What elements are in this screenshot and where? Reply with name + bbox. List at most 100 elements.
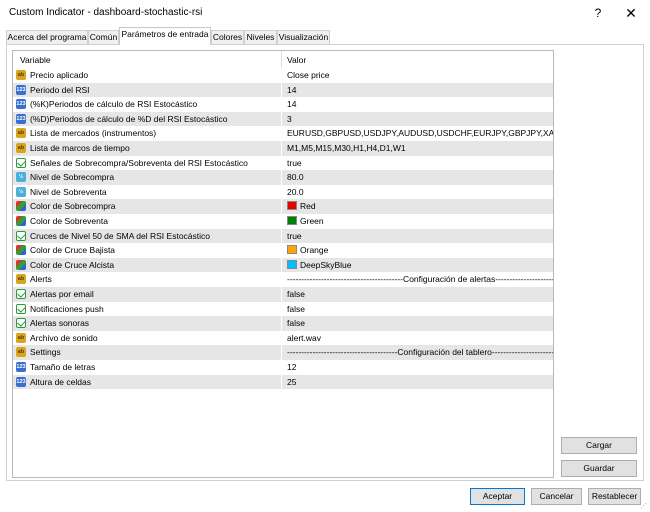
parameter-name: Alertas sonoras bbox=[30, 318, 90, 329]
parameter-row[interactable]: ab Archivo de sonido alert.wav bbox=[13, 330, 553, 346]
parameter-value[interactable]: true bbox=[287, 231, 302, 241]
color-swatch[interactable] bbox=[287, 245, 297, 255]
parameter-value[interactable]: 12 bbox=[287, 362, 296, 372]
color-icon bbox=[16, 259, 26, 270]
parameter-name: Archivo de sonido bbox=[30, 332, 98, 343]
parameter-value[interactable]: 25 bbox=[287, 377, 296, 387]
column-divider bbox=[281, 155, 282, 171]
parameter-row[interactable]: Color de Cruce Bajista Orange bbox=[13, 243, 553, 258]
parameter-row[interactable]: Color de Cruce Alcista DeepSkyBlue bbox=[13, 257, 553, 273]
parameter-value[interactable]: true bbox=[287, 158, 302, 168]
cancel-button[interactable]: Cancelar bbox=[531, 488, 582, 505]
parameter-name: Settings bbox=[30, 347, 61, 358]
parameter-value[interactable]: DeepSkyBlue bbox=[287, 259, 352, 270]
color-swatch[interactable] bbox=[287, 216, 297, 225]
column-divider bbox=[281, 345, 282, 360]
parameter-value[interactable]: EURUSD,GBPUSD,USDJPY,AUDUSD,USDCHF,EURJP… bbox=[287, 128, 553, 138]
bool-icon bbox=[16, 318, 26, 329]
parameters-grid[interactable]: Variable Valor ab Precio aplicado Close pr… bbox=[12, 50, 554, 478]
parameter-row[interactable]: ab Precio aplicado Close price bbox=[13, 68, 553, 83]
parameter-value[interactable]: alert.wav bbox=[287, 333, 321, 343]
parameter-row[interactable]: ab Lista de marcos de tiempo M1,M5,M15,M30… bbox=[13, 141, 553, 156]
color-swatch[interactable] bbox=[287, 259, 297, 269]
parameter-value-text: 80.0 bbox=[287, 172, 304, 183]
parameter-row[interactable]: 123 Tamaño de letras 12 bbox=[13, 360, 553, 375]
parameter-row[interactable]: ab Lista de mercados (instrumentos) EURUSD… bbox=[13, 126, 553, 141]
parameter-value[interactable]: 14 bbox=[287, 85, 296, 95]
column-divider bbox=[281, 82, 282, 98]
parameter-row[interactable]: ab Alerts --------------------------------… bbox=[13, 272, 553, 287]
parameter-value[interactable]: Orange bbox=[287, 245, 328, 255]
color-swatch[interactable] bbox=[287, 201, 297, 211]
parameter-value-text: true bbox=[287, 230, 302, 241]
parameter-value[interactable]: false bbox=[287, 304, 305, 314]
parameter-name: Notificaciones push bbox=[30, 303, 104, 314]
parameter-value[interactable]: Red bbox=[287, 201, 316, 211]
reset-button[interactable]: Restablecer bbox=[588, 488, 641, 505]
parameter-value-text: M1,M5,M15,M30,H1,H4,D1,W1 bbox=[287, 143, 406, 153]
resize-grip-icon[interactable]: ⋰ bbox=[640, 502, 648, 510]
parameter-name: Color de Cruce Alcista bbox=[30, 259, 115, 270]
parameter-value[interactable]: ---------------------------------------C… bbox=[287, 347, 553, 357]
column-divider[interactable] bbox=[281, 51, 282, 68]
parameter-row[interactable]: ½ Nivel de Sobreventa 20.0 bbox=[13, 184, 553, 200]
bool-icon bbox=[16, 289, 26, 299]
parameter-row[interactable]: ½ Nivel de Sobrecompra 80.0 bbox=[13, 170, 553, 185]
ab-icon: ab bbox=[16, 128, 26, 139]
parameter-value-text: 20.0 bbox=[287, 186, 304, 197]
parameter-value-text: Green bbox=[300, 216, 324, 226]
parameter-value[interactable]: false bbox=[287, 318, 305, 328]
parameter-row[interactable]: Alertas sonoras false bbox=[13, 316, 553, 331]
help-button[interactable]: ? bbox=[588, 3, 608, 23]
ab-icon: ab bbox=[16, 70, 26, 80]
column-divider bbox=[281, 257, 282, 273]
tab-common[interactable]: Común bbox=[88, 30, 119, 44]
parameter-value[interactable]: 80.0 bbox=[287, 172, 304, 182]
parameter-row[interactable]: 123 (%D)Periodos de cálculo de %D del RSI… bbox=[13, 111, 553, 127]
parameter-row[interactable]: Cruces de Nivel 50 de SMA del RSI Estocá… bbox=[13, 228, 553, 244]
123-icon: 123 bbox=[16, 113, 26, 124]
parameter-value[interactable]: ----------------------------------------… bbox=[287, 274, 553, 284]
parameter-value[interactable]: M1,M5,M15,M30,H1,H4,D1,W1 bbox=[287, 143, 406, 153]
column-divider bbox=[281, 228, 282, 244]
123-icon: 123 bbox=[16, 99, 26, 110]
column-divider bbox=[281, 126, 282, 141]
column-divider bbox=[281, 287, 282, 302]
parameter-row[interactable]: Notificaciones push false bbox=[13, 301, 553, 317]
parameter-value[interactable]: 14 bbox=[287, 99, 296, 109]
bool-icon bbox=[16, 303, 26, 314]
column-divider bbox=[281, 111, 282, 127]
parameter-value[interactable]: Green bbox=[287, 216, 324, 226]
parameter-row[interactable]: Alertas por email false bbox=[13, 287, 553, 302]
parameter-value-text: 14 bbox=[287, 84, 297, 95]
close-button[interactable]: ✕ bbox=[621, 3, 641, 23]
parameter-row[interactable]: ab Settings ------------------------------… bbox=[13, 345, 553, 360]
column-header-variable[interactable]: Variable bbox=[20, 55, 51, 65]
parameter-row[interactable]: 123 Altura de celdas 25 bbox=[13, 374, 553, 390]
bool-icon bbox=[16, 230, 26, 241]
parameter-row[interactable]: Color de Sobrecompra Red bbox=[13, 199, 553, 214]
column-divider bbox=[281, 301, 282, 317]
tab-about[interactable]: Acerca del programa bbox=[6, 30, 88, 44]
123-icon: 123 bbox=[16, 84, 26, 95]
parameter-value[interactable]: 20.0 bbox=[287, 187, 304, 197]
parameter-row[interactable]: 123 (%K)Periodos de cálculo de RSI Estocá… bbox=[13, 97, 553, 112]
parameter-value[interactable]: false bbox=[287, 289, 305, 299]
parameter-row[interactable]: 123 Periodo del RSI 14 bbox=[13, 82, 553, 98]
column-header-value[interactable]: Valor bbox=[287, 55, 306, 65]
tab-levels[interactable]: Niveles bbox=[244, 30, 277, 44]
accept-button[interactable]: Aceptar bbox=[470, 488, 525, 505]
parameter-value-text: 12 bbox=[287, 362, 297, 372]
tab-colors[interactable]: Colores bbox=[211, 30, 244, 44]
color-icon bbox=[16, 245, 26, 256]
parameter-row[interactable]: Señales de Sobrecompra/Sobreventa del RS… bbox=[13, 155, 553, 171]
parameter-value-text: false bbox=[287, 318, 305, 329]
parameter-value[interactable]: Close price bbox=[287, 70, 330, 80]
column-divider bbox=[281, 97, 282, 112]
tab-inputs[interactable]: Parámetros de entrada bbox=[119, 27, 211, 45]
tab-visualization[interactable]: Visualización bbox=[277, 30, 330, 44]
parameter-row[interactable]: Color de Sobreventa Green bbox=[13, 214, 553, 229]
load-button[interactable]: Cargar bbox=[561, 437, 637, 454]
save-button[interactable]: Guardar bbox=[561, 460, 637, 477]
parameter-value[interactable]: 3 bbox=[287, 114, 292, 124]
